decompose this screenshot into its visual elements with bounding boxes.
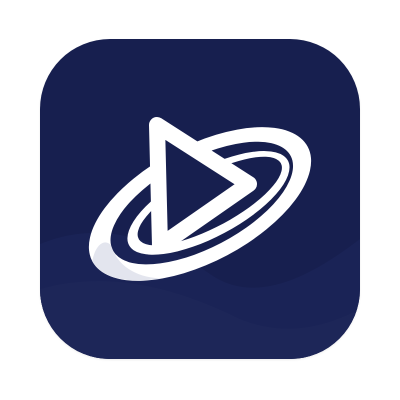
app-icon[interactable] [40,39,360,359]
play-orbit-icon [40,117,360,359]
icon-canvas [0,0,400,400]
